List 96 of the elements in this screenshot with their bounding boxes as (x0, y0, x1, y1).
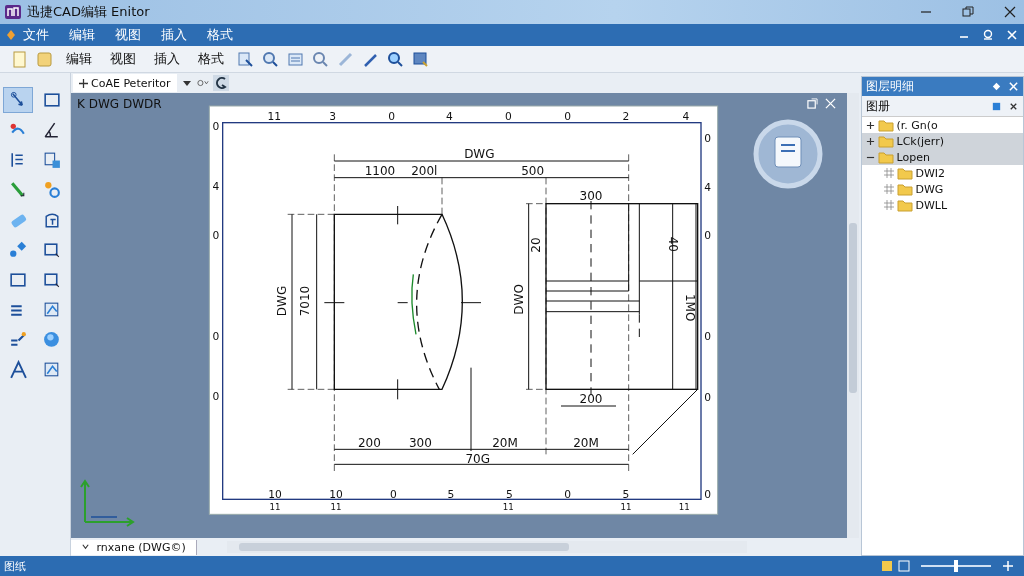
border-tick-label: 0 (564, 109, 572, 123)
border-tick-label: 11 (502, 502, 514, 513)
dimension-label: 20M (492, 435, 518, 450)
grid-icon (883, 168, 894, 178)
dimension-label: 70G (465, 451, 490, 466)
dimension-label: 7010 (298, 285, 313, 317)
tree-item[interactable]: DWI2 (861, 165, 1023, 181)
folder-icon (896, 198, 913, 212)
toolbar-tool-icon[interactable] (236, 49, 255, 69)
move-icon (79, 78, 88, 88)
border-tick-label: 5 (447, 487, 455, 501)
dimension-label: 20M (573, 435, 599, 450)
menu-item[interactable]: 编辑 (68, 26, 96, 44)
tree-item[interactable]: DWLL (861, 197, 1023, 213)
border-tick-label: 0 (212, 120, 220, 134)
dropdown-caret-icon[interactable] (180, 78, 193, 88)
border-tick-label: 0 (704, 131, 712, 145)
border-tick-label: 0 (504, 109, 512, 123)
toolbar-tool-icon[interactable] (386, 49, 405, 69)
toolbar-button[interactable]: 插入 (148, 50, 186, 68)
border-tick-label: 0 (704, 229, 712, 243)
border-tick-label: 0 (388, 109, 396, 123)
dimension-label: 200 (357, 435, 381, 450)
border-tick-label: 0 (389, 487, 397, 501)
border-tick-label: 0 (564, 487, 572, 501)
menu-item[interactable]: 格式 (206, 26, 234, 44)
page-icon[interactable] (881, 560, 893, 572)
close-icon[interactable] (1004, 6, 1016, 18)
border-tick-label: 5 (505, 487, 513, 501)
tree-item[interactable]: (r. Gn(o (861, 117, 1023, 133)
expand-icon[interactable] (865, 120, 875, 130)
document-tab[interactable]: CoAE Peteritor (73, 74, 177, 92)
border-tick-label: 11 (330, 502, 342, 513)
dimension-label: 200l (411, 164, 438, 178)
border-tick-label: 10 (329, 487, 343, 501)
dimension-label: 300 (579, 189, 603, 203)
dimension-label: 500 (521, 164, 545, 178)
pointer-tool-icon[interactable] (3, 87, 33, 113)
dimension-label: 300 (408, 435, 432, 450)
folder-icon (896, 182, 913, 196)
app-logo-icon (5, 4, 21, 20)
tree-item[interactable]: DWG (861, 181, 1023, 197)
border-tick-label: 0 (704, 487, 712, 501)
panel-title: 图层明细 (865, 78, 914, 95)
status-text: 图纸 (4, 558, 26, 574)
view-cube-icon[interactable] (753, 119, 823, 189)
layout-tab[interactable]: rnxane (DWG©) (71, 539, 197, 555)
menu-item[interactable]: 插入 (160, 26, 188, 44)
border-tick-label: 11 (620, 502, 632, 513)
maximize-icon[interactable] (807, 98, 818, 109)
tree-item[interactable]: LCk(jerr) (861, 133, 1023, 149)
dimension-label: DWO (511, 284, 526, 315)
border-tick-label: 0 (212, 329, 220, 343)
border-tick-label: 4 (704, 181, 712, 194)
viewport-label: K DWG DWDR (77, 97, 162, 111)
toolbar-tool-icon[interactable] (411, 49, 430, 69)
toolbar-button[interactable]: 编辑 (60, 50, 98, 68)
grid-icon (883, 184, 894, 194)
border-tick-label: 2 (622, 109, 630, 123)
dimension-label: 20 (529, 237, 544, 253)
zoom-in-icon[interactable] (1002, 560, 1014, 572)
window-title: 迅捷CAD编辑 Enitor (27, 3, 150, 21)
dimension-label: 1100 (364, 164, 396, 178)
leader-line (632, 388, 699, 455)
app-menu-icon[interactable] (6, 30, 16, 40)
tree-item[interactable]: Lopen (861, 149, 1023, 165)
menu-item[interactable]: 视图 (114, 26, 142, 44)
expand-icon[interactable] (865, 136, 875, 146)
border-tick-label: 0 (704, 391, 712, 404)
grid-icon (883, 200, 894, 210)
menu-item[interactable]: 文件 (22, 26, 50, 44)
border-tick-label: 10 (268, 487, 282, 501)
border-tick-label: 0 (704, 329, 712, 343)
layout-icon[interactable] (898, 560, 910, 572)
dimension-label: 1MO (683, 293, 697, 322)
border-tick-label: 3 (329, 109, 337, 123)
horizontal-scrollbar[interactable] (226, 541, 747, 553)
dimension-label: DWG (275, 285, 289, 317)
border-tick-label: 4 (682, 109, 690, 123)
toolbar-button[interactable]: 格式 (192, 50, 230, 68)
border-tick-label: 0 (212, 390, 220, 403)
border-tick-label: 0 (212, 229, 220, 243)
border-tick-label: 11 (678, 502, 690, 513)
dimension-label: 40 (666, 236, 681, 252)
toolbar-button[interactable]: 视图 (104, 50, 142, 68)
dimension-label: 200 (579, 391, 603, 406)
border-tick-label: 4 (212, 180, 220, 194)
border-tick-label: 11 (267, 109, 282, 123)
ucs-axis-icon (77, 477, 137, 527)
toolbar-tool-icon[interactable] (261, 49, 280, 69)
border-tick-label: 5 (622, 487, 630, 501)
border-tick-label: 4 (445, 109, 453, 123)
panel-section-title: 图册 (865, 97, 890, 115)
dimension-label: DWG (464, 147, 495, 162)
border-tick-label: 11 (269, 502, 281, 513)
toolbar-tool-icon[interactable] (311, 49, 330, 69)
